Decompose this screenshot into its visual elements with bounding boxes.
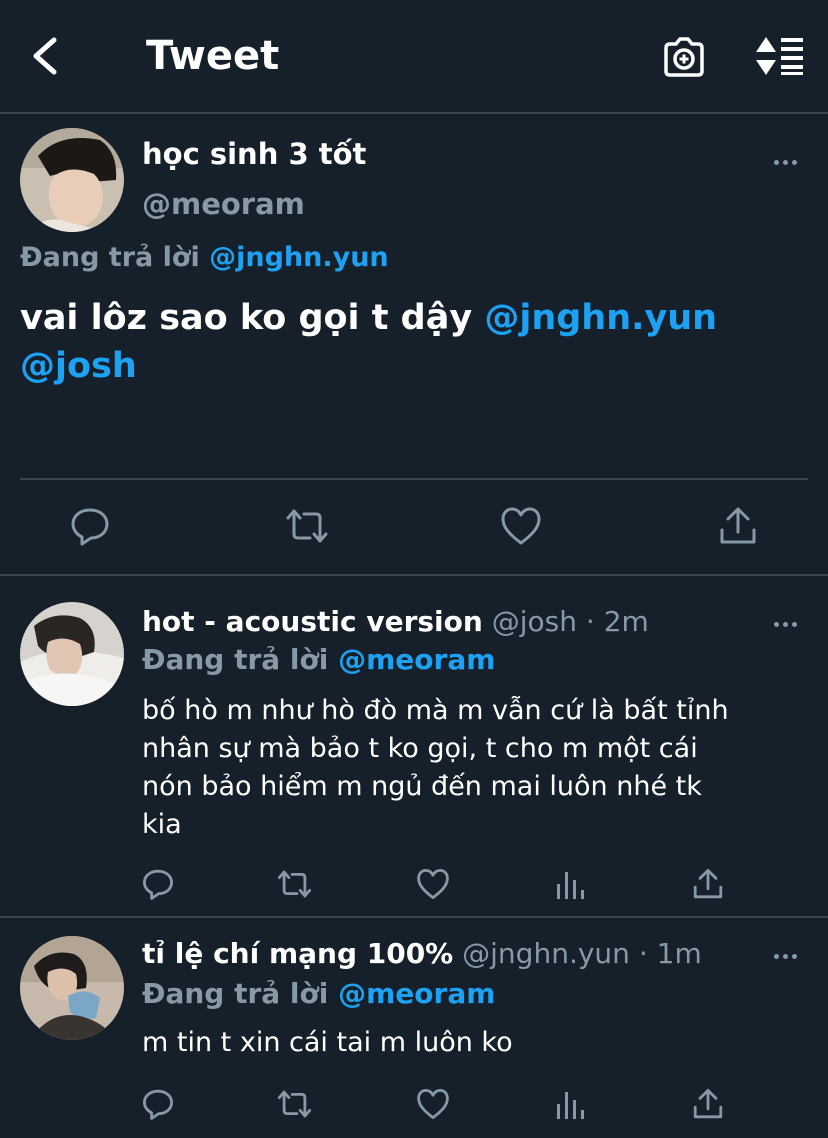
replying-to-mention[interactable]: @meoram [338,977,495,1010]
reply-icon [142,1088,174,1120]
main-tweet: học sinh 3 tốt @meoram Đang trả lời @jng… [0,114,828,574]
analytics-button[interactable] [556,1088,586,1120]
retweet-button[interactable] [276,868,313,900]
retweet-button[interactable] [284,506,330,546]
separator-dot: · [585,605,595,638]
reply-tweet[interactable]: tỉ lệ chí mạng 100% @jnghn.yun · 1m Đang… [0,918,828,1138]
more-options-icon[interactable] [772,620,800,628]
back-button[interactable] [26,32,66,80]
handle[interactable]: @jnghn.yun [462,937,630,970]
timestamp[interactable]: 2m [604,605,649,638]
sort-replies-icon [754,36,806,76]
retweet-button[interactable] [276,1088,313,1120]
like-button[interactable] [416,868,450,900]
timestamp[interactable]: 1m [657,937,702,970]
more-options-icon[interactable] [772,952,800,960]
share-button[interactable] [692,1088,724,1120]
share-button[interactable] [718,506,758,546]
reply-text-line: kia [142,809,182,840]
share-button[interactable] [692,868,724,900]
avatar[interactable] [20,128,124,232]
display-name[interactable]: học sinh 3 tốt [142,136,366,172]
share-icon [692,1088,724,1120]
mention-link[interactable]: @jnghn.yun [484,298,717,338]
analytics-icon [556,1088,586,1120]
reply-text-line: nón bảo hiểm m ngủ đến mai luôn nhé tk [142,771,702,802]
tweet-text-body: vai lôz sao ko gọi t dậy [20,298,473,338]
reply-tweet[interactable]: hot - acoustic version @josh · 2m Đang t… [0,576,828,916]
replying-to: Đang trả lời @jnghn.yun [20,240,389,276]
mention-link[interactable]: @josh [20,346,137,386]
like-button[interactable] [500,506,542,546]
replying-to-label: Đang trả lời [142,643,329,676]
chevron-left-icon [26,32,66,80]
retweet-icon [276,868,313,900]
page-title: Tweet [146,33,280,79]
replying-to-mention[interactable]: @meoram [338,643,495,676]
like-icon [416,1088,450,1120]
replying-to-mention[interactable]: @jnghn.yun [209,242,389,273]
reply-header: tỉ lệ chí mạng 100% @jnghn.yun · 1m [142,936,702,972]
more-options-icon[interactable] [772,158,800,166]
replying-to: Đang trả lời @meoram [142,976,495,1012]
reply-text-line: nhân sự mà bảo t ko gọi, t cho m một cái [142,733,698,764]
reply-icon [70,506,110,546]
like-icon [416,868,450,900]
handle[interactable]: @josh [492,605,577,638]
header-bar: Tweet [0,0,828,112]
analytics-icon [556,868,586,900]
like-button[interactable] [416,1088,450,1120]
reply-text-line: bố hò m như hò đò mà m vẫn cứ là bất tỉn… [142,695,729,726]
reply-text-line: m tin t xin cái tai m luôn ko [142,1027,513,1058]
reply-text: bố hò m như hò đò mà m vẫn cứ là bất tỉn… [142,692,729,844]
display-name[interactable]: hot - acoustic version [142,605,483,638]
reply-button[interactable] [70,506,110,546]
sort-button[interactable] [754,36,806,76]
share-icon [692,868,724,900]
separator-dot: · [638,937,648,970]
replying-to-label: Đang trả lời [20,242,200,273]
display-name[interactable]: tỉ lệ chí mạng 100% [142,937,453,970]
replying-to-label: Đang trả lời [142,977,329,1010]
avatar[interactable] [20,936,124,1040]
analytics-button[interactable] [556,868,586,900]
reply-header: hot - acoustic version @josh · 2m [142,604,649,640]
tweet-text: vai lôz sao ko gọi t dậy @jnghn.yun @jos… [20,294,810,390]
reply-button[interactable] [142,1088,174,1120]
camera-add-icon [662,36,706,78]
retweet-icon [276,1088,313,1120]
action-divider [20,478,808,480]
reply-text: m tin t xin cái tai m luôn ko [142,1024,513,1062]
retweet-icon [284,506,330,546]
reply-icon [142,868,174,900]
replying-to: Đang trả lời @meoram [142,642,495,678]
avatar[interactable] [20,602,124,706]
camera-button[interactable] [662,36,706,78]
handle[interactable]: @meoram [142,186,305,222]
share-icon [718,506,758,546]
reply-button[interactable] [142,868,174,900]
like-icon [500,506,542,546]
